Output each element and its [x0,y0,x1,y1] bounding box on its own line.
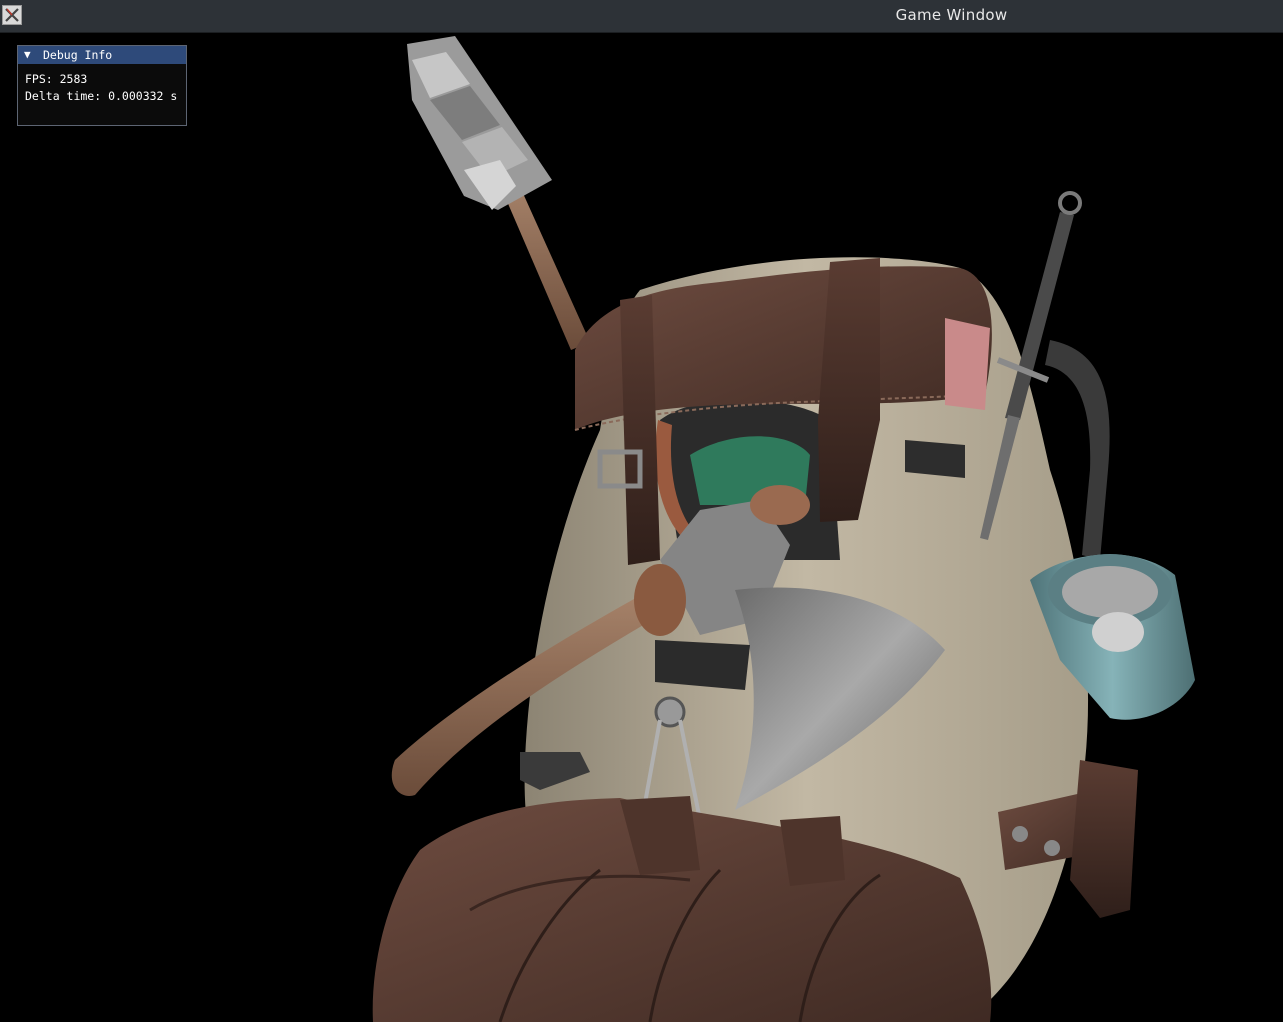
game-viewport[interactable] [0,33,1283,1022]
collapse-arrow-icon[interactable]: ▼ [24,48,31,61]
title-bar[interactable]: Game Window [0,0,1283,33]
debug-info-panel[interactable]: ▼ Debug Info FPS: 2583 Delta time: 0.000… [17,45,187,126]
window-title: Game Window [895,6,1008,24]
game-window: Game Window ▼ Debug Info FPS: 2583 Delta… [0,0,1283,1022]
torch-item [407,36,590,350]
debug-panel-title: Debug Info [43,48,113,62]
delta-time-readout: Delta time: 0.000332 s [25,89,178,103]
debug-panel-header[interactable]: ▼ Debug Info [18,46,186,64]
fps-readout: FPS: 2583 [25,72,88,86]
scene-render [372,36,1195,1022]
